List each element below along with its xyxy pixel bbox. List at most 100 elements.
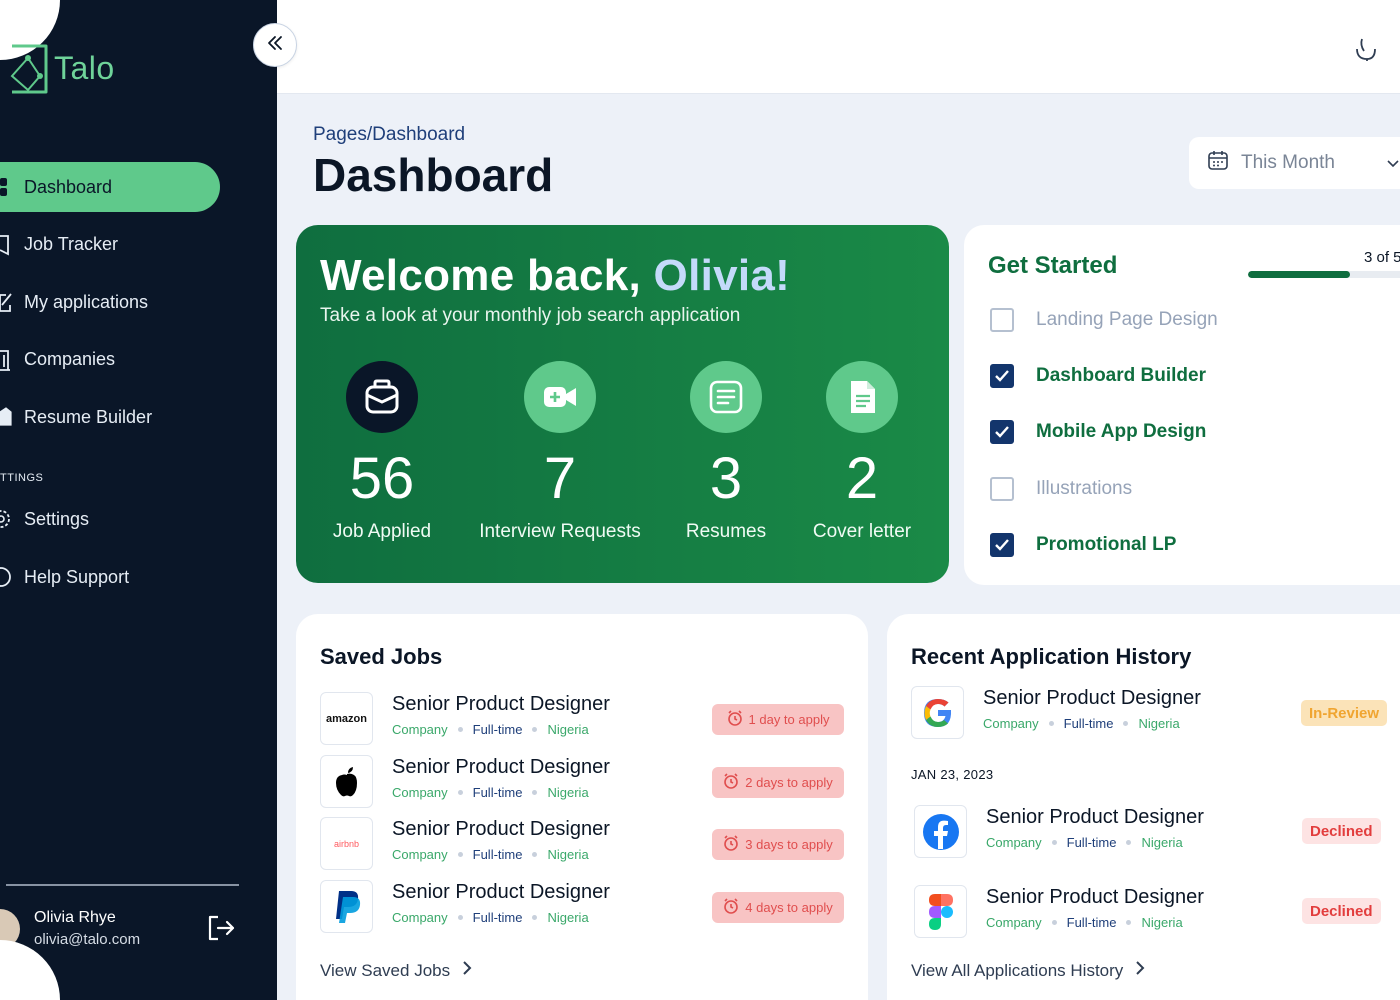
job-location: Nigeria — [1141, 915, 1183, 930]
job-company: Company — [986, 835, 1042, 850]
amazon-logo: amazon — [320, 692, 373, 745]
separator-dot — [1051, 920, 1057, 925]
welcome-subtitle: Take a look at your monthly job search a… — [320, 305, 741, 326]
get-started-title: Get Started — [988, 252, 1118, 279]
deadline-badge: 3 days to apply — [712, 829, 844, 860]
logout-icon[interactable] — [206, 913, 236, 948]
job-meta: Company Full-time Nigeria — [392, 722, 589, 737]
separator-dot — [457, 727, 463, 732]
sidebar-item-my-applications[interactable]: My applications — [0, 277, 220, 327]
period-select[interactable]: This Month — [1189, 137, 1400, 189]
job-title: Senior Product Designer — [392, 881, 610, 903]
separator-dot — [1048, 721, 1054, 726]
sidebar-item-companies[interactable]: Companies — [0, 335, 220, 385]
separator-dot — [457, 790, 463, 795]
job-company: Company — [392, 847, 448, 862]
sidebar-item-label: My applications — [24, 291, 149, 312]
deadline-text: 3 days to apply — [745, 837, 833, 852]
sidebar-item-resume-builder[interactable]: Resume Builder — [0, 392, 220, 442]
checkbox[interactable] — [990, 308, 1014, 332]
sidebar-item-label: Settings — [24, 508, 90, 529]
history-row[interactable]: Senior Product Designer Company Full-tim… — [914, 885, 1400, 939]
settings-nav: Settings Help Support — [0, 494, 277, 610]
sidebar-item-dashboard[interactable]: Dashboard — [0, 162, 220, 212]
saved-jobs-card: Saved Jobs amazon Senior Product Designe… — [296, 614, 868, 1000]
main-nav: Dashboard Job Tracker My applications Co… — [0, 162, 277, 450]
separator-dot — [532, 727, 538, 732]
view-all-history-link[interactable]: View All Applications History — [911, 960, 1145, 981]
saved-job-row[interactable]: amazon Senior Product Designer Company F… — [320, 692, 850, 746]
job-type: Full-time — [472, 847, 523, 862]
stat-job-applied[interactable]: 56 Job Applied — [282, 361, 482, 543]
welcome-user-name: Olivia! — [653, 251, 791, 300]
talo-logo-icon — [8, 36, 48, 101]
checkbox-checked[interactable] — [990, 420, 1014, 444]
job-title: Senior Product Designer — [392, 693, 610, 715]
sidebar-item-settings[interactable]: Settings — [0, 494, 220, 544]
separator-dot — [1126, 840, 1132, 845]
task-mobile-app-design[interactable]: Mobile App Design — [990, 420, 1206, 444]
welcome-greeting: Welcome back, — [320, 251, 642, 300]
sidebar-item-help-support[interactable]: Help Support — [0, 552, 220, 602]
chevron-right-icon — [1135, 960, 1145, 981]
checkbox[interactable] — [990, 477, 1014, 501]
sidebar-divider — [6, 884, 239, 886]
help-icon — [0, 566, 14, 588]
status-badge: Declined — [1302, 818, 1381, 844]
figma-logo — [914, 885, 967, 938]
get-started-progress — [1248, 271, 1400, 278]
task-label: Landing Page Design — [1036, 309, 1218, 330]
user-profile[interactable]: Olivia Rhye olivia@talo.com — [0, 905, 270, 955]
job-company: Company — [392, 722, 448, 737]
job-title: Senior Product Designer — [392, 818, 610, 840]
job-meta: Company Full-time Nigeria — [392, 910, 589, 925]
saved-job-row[interactable]: Senior Product Designer Company Full-tim… — [320, 755, 850, 809]
profile-name: Olivia Rhye — [34, 909, 116, 926]
alarm-clock-icon — [723, 835, 739, 854]
job-type: Full-time — [472, 910, 523, 925]
history-row[interactable]: Senior Product Designer Company Full-tim… — [911, 686, 1400, 740]
stat-label: Cover letter — [812, 520, 912, 542]
job-meta: Company Full-time Nigeria — [983, 716, 1180, 731]
calendar-icon — [1207, 149, 1229, 177]
edit-icon — [0, 291, 14, 313]
sidebar-item-label: Help Support — [24, 566, 130, 587]
job-type: Full-time — [472, 722, 523, 737]
view-saved-jobs-link[interactable]: View Saved Jobs — [320, 960, 472, 981]
sidebar-item-label: Resume Builder — [24, 406, 153, 427]
deadline-badge: 1 day to apply — [712, 704, 844, 735]
saved-job-row[interactable]: airbnb Senior Product Designer Company F… — [320, 817, 850, 871]
brand[interactable]: Talo — [8, 36, 115, 101]
sidebar-item-label: Dashboard — [24, 176, 113, 197]
collapse-sidebar-button[interactable] — [253, 23, 297, 67]
paypal-logo — [320, 880, 373, 933]
separator-dot — [1051, 840, 1057, 845]
job-title: Senior Product Designer — [986, 886, 1204, 908]
job-title: Senior Product Designer — [392, 756, 610, 778]
separator-dot — [532, 790, 538, 795]
status-badge: In-Review — [1301, 700, 1388, 726]
checkbox-checked[interactable] — [990, 533, 1014, 557]
airbnb-logo-text: airbnb — [333, 838, 360, 849]
job-type: Full-time — [472, 785, 523, 800]
job-location: Nigeria — [1138, 716, 1180, 731]
breadcrumb: Pages/Dashboard — [313, 124, 466, 145]
task-dashboard-builder[interactable]: Dashboard Builder — [990, 364, 1206, 388]
amazon-logo-text: amazon — [326, 712, 367, 725]
saved-job-row[interactable]: Senior Product Designer Company Full-tim… — [320, 880, 850, 934]
checkbox-checked[interactable] — [990, 364, 1014, 388]
stat-cover-letter[interactable]: 2 Cover letter — [762, 361, 962, 543]
sidebar-item-label: Companies — [24, 349, 116, 369]
task-illustrations[interactable]: Illustrations — [990, 477, 1132, 501]
history-row[interactable]: Senior Product Designer Company Full-tim… — [914, 805, 1400, 859]
period-select-value: This Month — [1241, 152, 1335, 173]
google-logo — [911, 686, 964, 739]
task-promotional-lp[interactable]: Promotional LP — [990, 533, 1176, 557]
sidebar-item-job-tracker[interactable]: Job Tracker — [0, 220, 220, 270]
task-label: Promotional LP — [1036, 534, 1177, 555]
deadline-text: 2 days to apply — [745, 775, 833, 790]
task-landing-page-design[interactable]: Landing Page Design — [990, 308, 1218, 332]
sidebar: Talo Dashboard Job Tracker My applicatio… — [0, 0, 277, 1000]
microphone-icon[interactable] — [1354, 35, 1378, 66]
task-label: Dashboard Builder — [1036, 365, 1206, 386]
